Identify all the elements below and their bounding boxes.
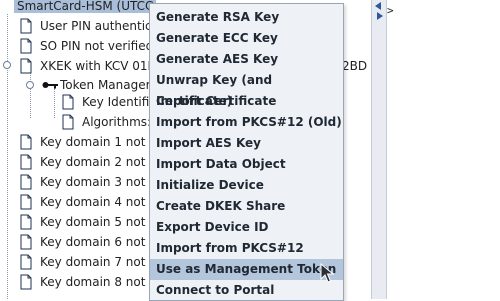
tree-item-label: Token Managem — [60, 78, 158, 92]
tree-item-key-domain[interactable]: Key domain 4 not cr — [20, 192, 164, 212]
document-icon — [62, 94, 74, 110]
tree-item-label: Key domain 1 not cr — [40, 135, 161, 149]
tree-item-label: Key Identifie — [82, 95, 157, 109]
menu-item-import-pkcs12[interactable]: Import from PKCS#12 — [150, 238, 343, 259]
menu-item-unwrap-key[interactable]: Unwrap Key (and Certificate) — [150, 70, 343, 108]
document-icon — [20, 174, 32, 190]
tree-item-key-domain[interactable]: Key domain 5 not cr — [20, 212, 164, 232]
split-pane-divider[interactable] — [371, 0, 387, 299]
menu-item-import-certificate[interactable]: Import Certificate — [150, 91, 343, 112]
menu-item-import-aes-key[interactable]: Import AES Key — [150, 133, 343, 154]
tree-item-key-domain[interactable]: Key domain 1 not cr — [20, 132, 164, 152]
tree-item-label: SO PIN not verified, — [40, 39, 158, 53]
menu-item-connect-to-portal[interactable]: Connect to Portal — [150, 280, 343, 301]
menu-item-import-pkcs12-old[interactable]: Import from PKCS#12 (Old) — [150, 112, 343, 133]
menu-item-export-device-id[interactable]: Export Device ID — [150, 217, 343, 238]
tree-item-label: Key domain 8 not cr — [40, 275, 161, 289]
tree-item-label: Key domain 4 not cr — [40, 195, 161, 209]
tree-item-key-domain[interactable]: Key domain 2 not cr — [20, 152, 164, 172]
expand-handle-icon[interactable] — [26, 81, 34, 89]
console-panel[interactable]: > — [387, 0, 500, 299]
tree-item-key-domain[interactable]: Key domain 6 not cr — [20, 232, 164, 252]
tree-item-label-suffix: 2BD — [342, 59, 368, 73]
tree-item-label: Key domain 5 not cr — [40, 215, 161, 229]
collapse-left-arrow-icon[interactable] — [375, 2, 381, 10]
document-icon — [20, 58, 32, 74]
document-icon — [20, 194, 32, 210]
document-icon — [62, 114, 74, 130]
tree-item-label: XKEK with KCV 01B1 — [40, 59, 164, 73]
tree-item-label: Key domain 6 not cr — [40, 235, 161, 249]
document-icon — [20, 254, 32, 270]
tree-item-label: Key domain 3 not cr — [40, 175, 161, 189]
mouse-pointer-icon — [320, 263, 334, 283]
document-icon — [20, 214, 32, 230]
menu-item-initialize-device[interactable]: Initialize Device — [150, 175, 343, 196]
collapse-right-arrow-icon[interactable] — [377, 12, 383, 20]
tree-root-label: SmartCard-HSM (UTCC — [14, 0, 157, 13]
menu-item-use-as-management-token[interactable]: Use as Management Token — [150, 259, 343, 280]
key-icon — [42, 82, 58, 89]
menu-item-generate-ecc-key[interactable]: Generate ECC Key — [150, 28, 343, 49]
menu-item-generate-aes-key[interactable]: Generate AES Key — [150, 49, 343, 70]
tree-item-key-domain[interactable]: Key domain 7 not cr — [20, 252, 164, 272]
document-icon — [20, 38, 32, 54]
tree-item-algorithms[interactable]: Algorithms: ( — [62, 112, 163, 132]
menu-item-generate-rsa-key[interactable]: Generate RSA Key — [150, 7, 343, 28]
context-menu: Generate RSA Key Generate ECC Key Genera… — [149, 3, 344, 301]
document-icon — [20, 134, 32, 150]
expand-handle-icon[interactable] — [3, 61, 11, 69]
tree-item-label: Key domain 7 not cr — [40, 255, 161, 269]
tree-item-key-domain[interactable]: Key domain 3 not cr — [20, 172, 164, 192]
menu-item-create-dkek-share[interactable]: Create DKEK Share — [150, 196, 343, 217]
menu-item-import-data-object[interactable]: Import Data Object — [150, 154, 343, 175]
tree-item-key-identifier[interactable]: Key Identifie — [62, 92, 160, 112]
tree-item-label: Key domain 2 not cr — [40, 155, 161, 169]
document-icon — [20, 18, 32, 34]
document-icon — [20, 234, 32, 250]
console-prompt: > — [387, 4, 394, 17]
tree-item-so-pin[interactable]: SO PIN not verified, — [20, 36, 160, 56]
tree-item-key-domain[interactable]: Key domain 8 not cr — [20, 272, 164, 292]
document-icon — [20, 154, 32, 170]
tree-root[interactable]: SmartCard-HSM (UTCC — [14, 0, 157, 16]
tree-item-user-pin[interactable]: User PIN authenticat — [20, 16, 167, 36]
document-icon — [20, 274, 32, 290]
tree-item-label: User PIN authenticat — [40, 19, 164, 33]
